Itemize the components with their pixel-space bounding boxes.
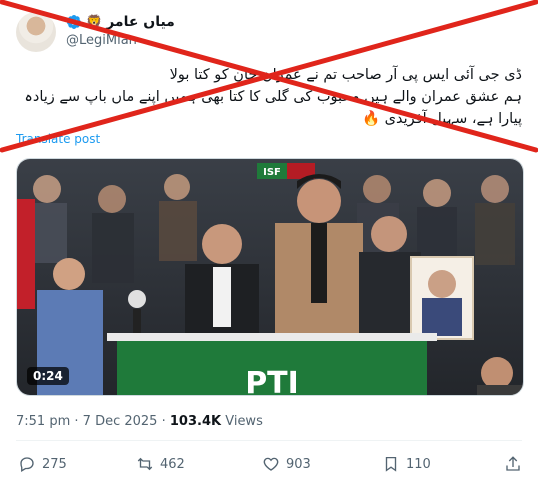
- meta-separator-2: ·: [161, 414, 166, 429]
- heart-icon: [263, 457, 279, 471]
- views-label: Views: [225, 414, 263, 429]
- action-bar: 275 462 903 110: [18, 455, 522, 477]
- isf-sign: ISF: [263, 167, 281, 178]
- translate-post-link[interactable]: Translate post: [16, 132, 100, 146]
- lion-emoji-icon: 🦁: [86, 14, 103, 30]
- tweet-line-1: ڈی جی آئی ایس پی آر صاحب تم نے عمران خان…: [169, 67, 522, 83]
- bookmark-button[interactable]: 110: [382, 455, 431, 473]
- pti-banner-text: PTI: [245, 366, 299, 395]
- tweet-date[interactable]: 7 Dec 2025: [83, 414, 158, 429]
- like-count: 903: [286, 456, 311, 472]
- tweet-time[interactable]: 7:51 pm: [16, 414, 70, 429]
- tweet-line-2: ہم عشق عمران والے ہیں محبوب کی گلی کا کت…: [16, 86, 522, 130]
- reply-button[interactable]: 275: [18, 455, 67, 473]
- reply-count: 275: [42, 456, 67, 472]
- repost-button[interactable]: 462: [136, 455, 185, 473]
- tweet-line-2-text: ہم عشق عمران والے ہیں محبوب کی گلی کا کت…: [24, 89, 522, 127]
- views-count: 103.4K: [169, 414, 222, 429]
- video-duration: 0:24: [27, 367, 69, 385]
- author-handle[interactable]: @LegiMian: [66, 33, 137, 48]
- video-frame: ISF PTI: [17, 159, 523, 395]
- like-button[interactable]: 903: [262, 455, 311, 473]
- bookmark-icon: [385, 456, 397, 472]
- divider: [16, 440, 522, 441]
- repost-count: 462: [160, 456, 185, 472]
- meta-separator: ·: [74, 414, 79, 429]
- author-display-name[interactable]: میاں عامر: [106, 14, 175, 30]
- share-icon: [506, 456, 520, 471]
- tweet-text: ڈی جی آئی ایس پی آر صاحب تم نے عمران خان…: [16, 64, 522, 130]
- share-button[interactable]: [504, 455, 522, 473]
- fire-emoji-icon: 🔥: [362, 111, 381, 127]
- reply-icon: [20, 457, 34, 472]
- tweet-meta: 7:51 pm · 7 Dec 2025 · 103.4K Views: [16, 414, 263, 429]
- bookmark-count: 110: [406, 456, 431, 472]
- author-name-row: 🦁 میاں عامر: [66, 12, 175, 32]
- repost-icon: [137, 457, 153, 471]
- video-player[interactable]: ISF PTI 0:24: [16, 158, 524, 396]
- verified-badge-icon: [67, 15, 81, 29]
- avatar[interactable]: [16, 12, 56, 52]
